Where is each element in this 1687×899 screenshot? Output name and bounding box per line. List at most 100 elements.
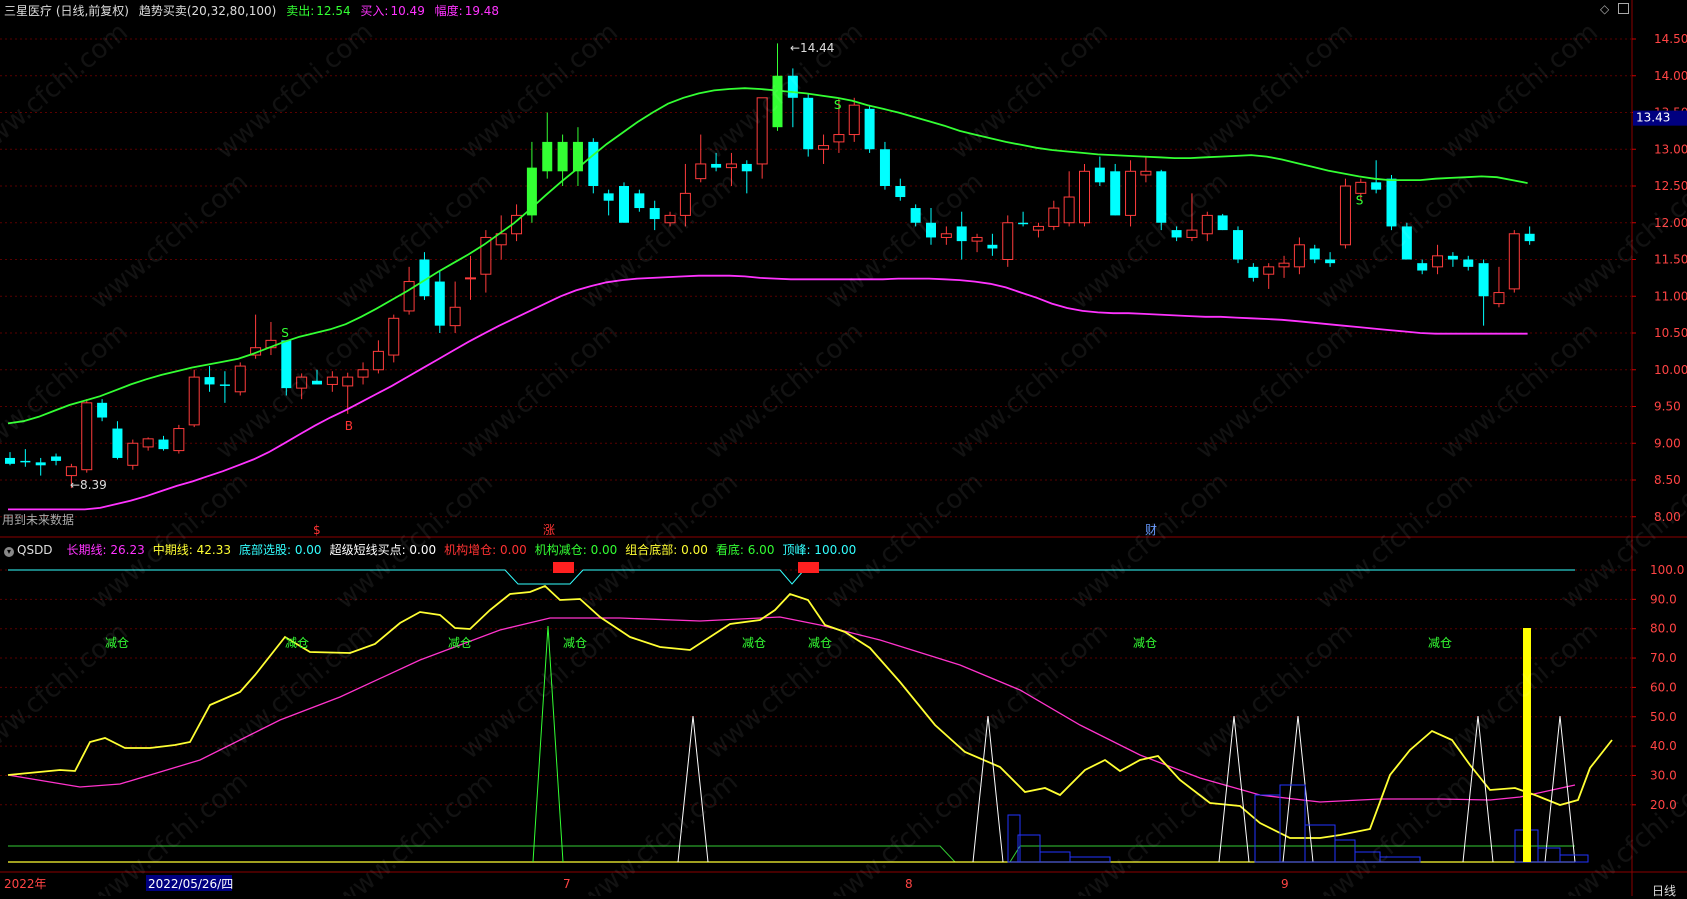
candle-body [1018,222,1029,225]
sub-chart-name[interactable]: QSDD [17,543,53,557]
candle-body [1524,233,1535,242]
watermark: www.cfchi.com [1190,317,1359,465]
chart-header: 三星医疗 (日线,前复权) 趋势买卖(20,32,80,100) 卖出: 12.5… [4,2,505,19]
sell-signal-label: S [281,326,289,340]
candle-body [1048,207,1060,227]
watermark: www.cfchi.com [330,767,499,896]
candle-body [741,163,752,172]
watermark: www.cfchi.com [945,617,1114,765]
candle-body [1263,266,1275,275]
candle-body [833,134,845,143]
candle-body [1278,262,1290,268]
price-tick-label: 8.50 [1654,473,1681,487]
sell-signal-label: S [573,142,581,156]
time-axis-label: 2022/05/26/四 [148,877,233,891]
candle-body [1493,292,1505,305]
watermark: www.cfchi.com [1555,767,1687,896]
candle-body [1186,229,1198,238]
candle-body [188,376,200,426]
bottom-select-box [1039,851,1071,863]
candle-body [864,108,875,150]
candle-body [1386,178,1397,227]
maximize-icon[interactable] [1618,3,1629,14]
current-price-label: 13.43 [1636,111,1670,125]
price-tick-label: 11.50 [1654,253,1687,267]
future-data-note: 用到未来数据 [2,513,75,527]
watermark: www.cfchi.com [1310,467,1479,615]
candle-body [434,281,445,326]
watermark: www.cfchi.com [1310,767,1479,896]
diamond-icon[interactable]: ◇ [1600,2,1609,16]
sell-signal-label: S [834,98,842,112]
chart-window: 14.5014.0013.5013.0012.5012.0011.5011.00… [0,0,1687,899]
candle-body [35,462,46,466]
amp-label: 幅度: [434,4,463,18]
price-tick-label: 9.50 [1654,400,1681,414]
sub-tick-label: 100.0 [1650,563,1684,577]
time-axis-label: 9 [1281,877,1289,891]
candle-body [1094,167,1105,183]
candle-body [449,306,461,327]
event-marker[interactable]: 涨 [543,522,555,537]
candle-body [971,236,983,242]
candle-body [818,145,830,150]
candle-body [940,233,952,238]
price-tick-label: 13.00 [1654,142,1687,156]
candle-body [1371,182,1382,190]
legend-item: 机构增仓: 0.00 [444,543,527,557]
candle-body [649,208,660,220]
candle-body [987,244,998,249]
institution-add-block [553,562,574,573]
candle-body [388,317,400,356]
candle-body [1478,263,1489,297]
indicator-title[interactable]: 趋势买卖(20,32,80,100) [139,4,277,18]
candle-body [1217,215,1228,231]
legend-item: 机构减仓: 0.00 [534,543,618,557]
candle-body [1032,225,1044,231]
price-tick-label: 9.00 [1654,436,1681,450]
watermark: www.cfchi.com [1435,617,1604,765]
time-axis-label: 7 [563,877,571,891]
candle-body [372,350,384,371]
watermark: www.cfchi.com [1065,467,1234,615]
candle-body [81,402,93,471]
candle-body [465,277,476,280]
candle-body [97,402,108,418]
time-axis-label: 2022年 [4,877,47,891]
price-tick-label: 14.00 [1654,69,1687,83]
sell-value: 12.54 [316,4,351,18]
candle-body [1125,170,1137,216]
candle-body [1079,170,1090,224]
event-marker[interactable]: $ [313,523,321,537]
sell-label: 卖出: [286,4,315,18]
watermark: www.cfchi.com [700,317,869,465]
candle-body [1417,263,1428,271]
price-tick-label: 10.00 [1654,363,1687,377]
legend-item: 顶峰: 100.00 [782,543,857,557]
candle-body [112,428,123,458]
period-label[interactable]: 日线 [1652,882,1676,899]
candle-body [51,456,62,461]
candle-body [619,186,629,223]
chart-canvas[interactable]: 14.5014.0013.5013.0012.5012.0011.5011.00… [0,0,1687,896]
candle-body [1002,222,1014,260]
candle-body [20,460,31,463]
sub-tick-label: 80.0 [1650,622,1677,636]
candle-body [1140,170,1152,176]
candle-body [5,457,15,464]
candle-body [357,369,369,378]
amp-value: 19.48 [464,4,500,18]
collapse-icon[interactable]: ▾ [4,547,14,557]
candle-body [588,141,599,186]
watermark: www.cfchi.com [1065,167,1234,315]
stock-title[interactable]: 三星医疗 (日线,前复权) [4,4,129,18]
candle-body [895,186,906,198]
candle-body [204,377,215,385]
bottom-watch-line [8,845,1575,863]
candle-body [1339,185,1351,246]
low-price-label: ←8.39 [70,478,107,492]
sub-tick-label: 90.0 [1650,592,1677,606]
candle-body [1447,255,1458,260]
candle-body [1325,259,1336,264]
watermark: www.cfchi.com [1190,617,1359,765]
